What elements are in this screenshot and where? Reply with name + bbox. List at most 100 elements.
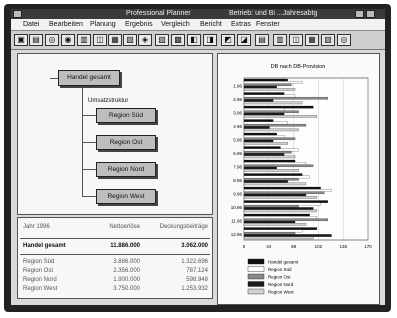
tree-node-region-sued[interactable]: Region Süd [96,108,156,123]
row-name: Region Nord [23,277,57,283]
bar [243,180,288,183]
legend-swatch [247,258,265,265]
toolbar-button-icon[interactable]: ▩ [171,34,185,46]
bar [243,88,296,91]
tree-root-node[interactable]: Handel gesamt [58,70,120,86]
toolbar-button-icon[interactable]: ◎ [337,34,351,46]
menu-bar: Datei Bearbeiten Planung Ergebnis Vergle… [11,19,385,31]
x-tick-label: 102 [315,244,323,249]
divider [20,238,210,239]
title-bar: Professional Planner Betrieb: und Bi ...… [11,9,385,19]
bar [243,121,288,125]
header-db: Deckungsbeiträge [159,224,208,230]
menu-ergebnis[interactable]: Ergebnis [125,19,153,30]
maximize-icon[interactable] [366,10,375,18]
x-tick-label: 34 [266,244,272,249]
toolbar-button-icon[interactable]: ▦ [108,34,122,46]
toolbar-button-icon[interactable]: ◪ [237,34,251,46]
header-year: Jahr 1996 [23,224,50,230]
y-tick-label: 9.96 [233,191,242,196]
toolbar-button-icon[interactable]: ◫ [289,34,303,46]
bar [243,207,314,210]
data-table: Jahr 1996 Nettoerlöse Deckungsbeiträge H… [17,217,213,299]
menu-fenster[interactable]: Fenster [256,19,280,30]
y-tick-label: 12.96 [231,232,243,237]
legend-label: Region West [268,290,294,295]
bar [243,173,303,176]
toolbar-button-icon[interactable]: ▨ [155,34,169,46]
menu-datei[interactable]: Datei [23,19,39,30]
bar [243,202,321,206]
window-subtitle: Betrieb: und Bi ...Jahresabtg [229,10,318,17]
toolbar-button-icon[interactable]: ▧ [321,34,335,46]
toolbar-button-icon[interactable]: ◉ [61,34,75,46]
tree-node-region-ost[interactable]: Region Ost [96,135,156,150]
bar [243,128,299,132]
menu-planung[interactable]: Planung [90,19,116,30]
connector [82,196,96,197]
legend-swatch [247,273,265,280]
legend-swatch [247,266,265,272]
x-tick-label: 136 [339,244,347,249]
bar [243,213,310,217]
connector [82,115,96,116]
bar [243,186,321,190]
toolbar: ▣ ▤ ◎ ◉ ▥ ◫ ▦ ▧ ◈ ▨ ▩ ◧ ◨ ◩ ◪ ▤ ▥ ◫ ▦ ▧ ◎ [11,31,385,50]
toolbar-button-icon[interactable]: ◈ [138,34,152,46]
row-name: Region Ost [23,268,54,274]
legend-swatch [247,281,265,287]
bar-chart: DB nach DB-Provision 0 34 68 102 136 170 1.96 2.… [231,64,373,295]
toolbar-button-icon[interactable]: ◧ [187,34,201,46]
minimize-icon[interactable] [355,10,364,18]
system-menu-icon[interactable] [13,10,22,18]
row-db: 1.253.932 [181,286,208,292]
bar [243,94,296,98]
toolbar-button-icon[interactable]: ◩ [221,34,235,46]
toolbar-button-icon[interactable]: ◨ [203,34,217,46]
connector [82,169,96,170]
x-tick-label: 0 [243,244,246,249]
header-net: Nettoerlöse [109,224,140,230]
toolbar-button-icon[interactable]: ◫ [93,34,107,46]
toolbar-button-icon[interactable]: ▤ [255,34,269,46]
tree-node-region-west[interactable]: Region West [96,189,156,204]
bar [243,223,307,226]
toolbar-button-icon[interactable]: ▥ [77,34,91,46]
toolbar-button-icon[interactable]: ▤ [29,34,43,46]
bar [243,139,274,143]
tree-node-region-nord[interactable]: Region Nord [96,162,156,177]
menu-bearbeiten[interactable]: Bearbeiten [49,19,83,30]
y-tick-label: 8.96 [233,178,242,183]
row-net: 1.900.000 [113,277,140,283]
toolbar-button-icon[interactable]: ▣ [14,34,28,46]
menu-bericht[interactable]: Bericht [200,19,222,30]
toolbar-button-icon[interactable]: ▦ [305,34,319,46]
bar [243,123,307,127]
legend-label: Region Nord [268,282,294,287]
connector [50,78,58,79]
legend-swatch [247,288,265,295]
toolbar-button-icon[interactable]: ◎ [45,34,59,46]
bar [243,119,274,122]
menu-extras[interactable]: Extras [231,19,251,30]
bar [243,216,318,219]
toolbar-button-icon[interactable]: ▥ [273,34,287,46]
menu-vergleich[interactable]: Vergleich [161,19,190,30]
divider [20,254,210,255]
toolbar-button-icon[interactable]: ▧ [123,34,137,46]
bar [243,200,329,203]
bar [243,234,332,237]
x-tick-label: 170 [364,244,372,249]
connector [82,142,96,143]
row-name: Region Süd [23,259,55,265]
app-title: Professional Planner [126,10,191,17]
bar [243,101,303,105]
bar [243,166,277,170]
bar [243,229,303,233]
bar [243,105,314,109]
y-tick-label: 2.96 [233,97,242,102]
bar [243,175,310,179]
bar [243,112,285,116]
bar [243,162,307,165]
row-net: 2.356.000 [113,268,140,274]
